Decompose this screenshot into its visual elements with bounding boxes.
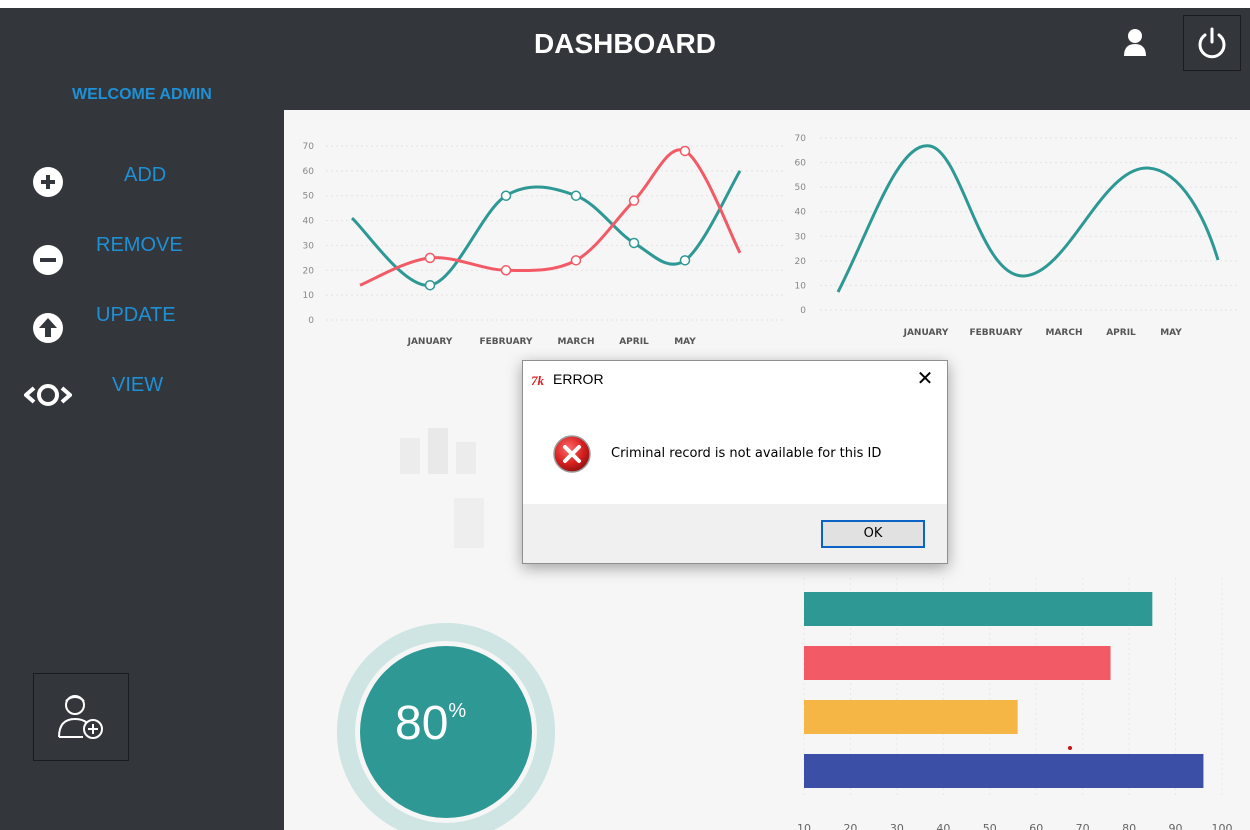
x-tick-label: APRIL [1106, 328, 1136, 338]
data-point [679, 255, 691, 266]
error-icon [553, 435, 591, 473]
y-tick-label: 40 [795, 208, 807, 218]
sidebar-item-label: UPDATE [96, 304, 176, 326]
x-tick-label: APRIL [619, 337, 649, 347]
x-tick-label: 90 [1169, 822, 1183, 830]
close-button[interactable]: ✕ [909, 364, 941, 394]
x-tick-label: 60 [1029, 822, 1043, 830]
x-tick-label: JANUARY [903, 328, 949, 338]
x-tick-label: MARCH [1046, 328, 1083, 338]
sidebar-item-label: VIEW [112, 374, 164, 396]
marker-dot [1068, 746, 1072, 750]
data-point [500, 190, 512, 201]
bar [804, 592, 1153, 626]
bar [804, 646, 1111, 680]
y-tick-label: 10 [303, 291, 315, 301]
y-tick-label: 50 [795, 183, 807, 193]
y-tick-label: 0 [308, 316, 314, 326]
power-button[interactable] [1183, 15, 1241, 71]
bar [804, 700, 1018, 734]
y-tick-label: 20 [795, 257, 807, 267]
x-tick-label: FEBRUARY [969, 328, 1023, 338]
x-tick-label: 100 [1212, 822, 1233, 830]
user-icon[interactable] [1120, 26, 1150, 60]
bar [804, 754, 1204, 788]
bar-chart: 10 20 30 40 50 60 70 80 90 100 [797, 578, 1233, 830]
y-tick-label: 30 [303, 241, 315, 251]
data-point [628, 195, 640, 206]
gauge-unit: % [448, 700, 467, 722]
x-tick-label: 40 [936, 822, 950, 830]
data-point [424, 252, 436, 264]
sidebar-item-label: REMOVE [96, 234, 183, 256]
y-tick-label: 10 [795, 281, 807, 291]
arrow-up-circle-icon [33, 313, 63, 343]
data-point [500, 265, 512, 276]
x-tick-label: MAY [674, 337, 696, 347]
ok-button[interactable]: OK [821, 520, 925, 548]
data-point [628, 237, 640, 249]
background-artwork [394, 428, 576, 579]
add-user-icon [58, 695, 103, 739]
x-tick-label: MARCH [558, 337, 595, 347]
x-tick-label: 80 [1122, 822, 1136, 830]
line-chart-1: 0 10 20 30 40 50 60 70 JANUARY FEBRUARY MARCH APRIL… [303, 142, 784, 347]
sidebar-item-view[interactable]: VIEW [0, 370, 270, 410]
y-tick-label: 20 [303, 266, 315, 276]
y-tick-label: 30 [795, 232, 807, 242]
gauge-number: 80 [395, 697, 449, 750]
add-user-button[interactable] [33, 673, 129, 761]
page-title: DASHBOARD [534, 28, 716, 59]
welcome-label: WELCOME ADMIN [72, 86, 212, 103]
y-tick-label: 60 [303, 167, 315, 177]
x-tick-label: FEBRUARY [479, 337, 533, 347]
x-tick-label: 50 [983, 822, 997, 830]
gauge-value: 80% [395, 696, 466, 751]
y-tick-label: 70 [795, 134, 807, 144]
plus-circle-icon [33, 167, 63, 197]
sidebar-item-label: ADD [124, 164, 167, 186]
y-tick-label: 0 [800, 306, 806, 316]
error-dialog: 7k ERROR ✕ Criminal record is not availa… [522, 360, 948, 564]
x-tick-label: 20 [843, 822, 857, 830]
x-tick-label: 70 [1076, 822, 1090, 830]
eye-icon [24, 384, 72, 406]
x-tick-label: 30 [890, 822, 904, 830]
app-window: DASHBOARD WELCOME ADMIN ADD REMOVE UPDAT… [0, 8, 1250, 830]
y-tick-label: 70 [303, 142, 315, 152]
dialog-message: Criminal record is not available for thi… [611, 446, 882, 461]
y-tick-label: 40 [303, 217, 315, 227]
y-tick-label: 60 [795, 159, 807, 169]
dialog-footer: OK [523, 504, 947, 563]
data-point [424, 279, 436, 291]
series-line [836, 144, 1220, 293]
line-chart-2: 0 10 20 30 40 50 60 70 JANUARY FEBRUARY MARCH APRIL… [795, 134, 1240, 338]
x-tick-label: JANUARY [407, 337, 453, 347]
data-point [570, 190, 582, 201]
data-point [570, 255, 582, 266]
y-tick-label: 50 [303, 192, 315, 202]
dialog-title: ERROR [553, 371, 604, 387]
x-tick-label: MAY [1160, 328, 1182, 338]
data-point [679, 145, 691, 157]
tk-icon: 7k [531, 373, 544, 388]
sidebar-item-update[interactable]: UPDATE [0, 300, 270, 343]
sidebar-item-remove[interactable]: REMOVE [0, 230, 270, 275]
minus-circle-icon [33, 245, 63, 275]
sidebar-item-add[interactable]: ADD [0, 160, 270, 200]
power-icon [1198, 27, 1226, 59]
x-tick-label: 10 [797, 822, 811, 830]
